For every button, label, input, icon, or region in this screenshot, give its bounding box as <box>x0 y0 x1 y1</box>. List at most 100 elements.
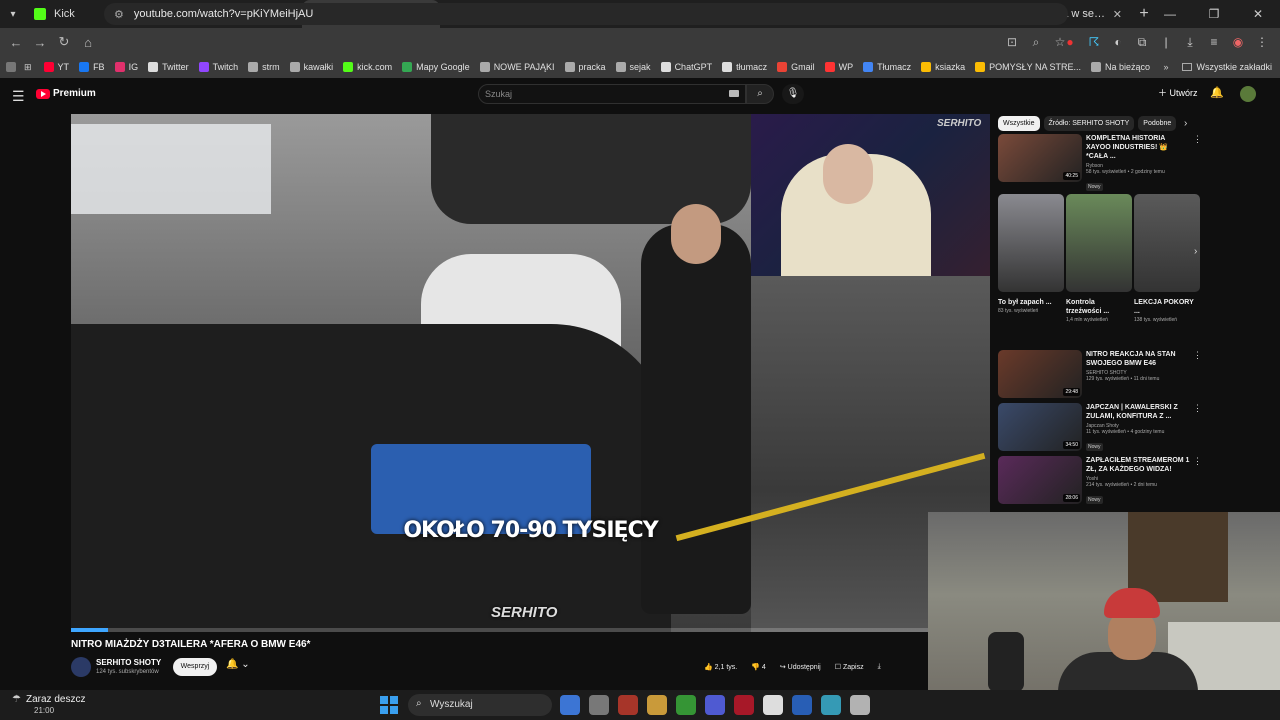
short-thumbnail[interactable] <box>998 194 1064 292</box>
all-bookmarks[interactable]: » Wszystkie zakładki <box>1163 56 1272 78</box>
bookmark-item[interactable]: Twitch <box>198 62 238 72</box>
filter-chip[interactable]: Źródło: SERHITO SHOTY <box>1043 116 1135 131</box>
video-thumbnail[interactable]: 34:50 <box>998 403 1082 451</box>
short-card[interactable]: LEKCJA POKORY ... 138 tys. wyświetleń <box>1134 194 1200 323</box>
taskbar-app-icon[interactable] <box>850 695 870 715</box>
chips-next-icon[interactable]: › <box>1184 118 1187 129</box>
video-title[interactable]: ZAPŁACIŁEM STREAMEROM 1 ZŁ, ZA KAŻDEGO W… <box>1086 456 1191 474</box>
taskbar-search[interactable]: ⌕ Wyszukaj <box>408 694 552 716</box>
recommended-video[interactable]: 40:25 KOMPLETNA HISTORIA XAYOO INDUSTRIES… <box>998 134 1202 193</box>
back-icon[interactable]: ← <box>4 35 28 50</box>
recommended-video[interactable]: 29:48 NITRO REAKCJA NA STAN SWOJEGO BMW E… <box>998 350 1202 398</box>
short-thumbnail[interactable] <box>1134 194 1200 292</box>
maximize-icon[interactable]: ❐ <box>1192 0 1236 28</box>
short-card[interactable]: To był zapach ... 83 tys. wyświetleń <box>998 194 1064 314</box>
bookmark-item[interactable]: NOWE PAJĄKI <box>479 62 555 72</box>
forward-icon[interactable]: → <box>28 35 52 50</box>
like-button[interactable]: 👍 2,1 tys. <box>704 663 737 671</box>
more-options-icon[interactable]: ⋮ <box>1193 134 1202 193</box>
youtube-logo[interactable]: Premium <box>36 88 96 99</box>
bookmark-item[interactable]: Tłumacz <box>863 62 911 72</box>
support-button[interactable]: Wesprzyj <box>173 658 217 676</box>
bookmark-item[interactable]: YT <box>43 62 69 72</box>
video-progress-bar[interactable] <box>71 628 990 632</box>
menu-icon[interactable]: ⋮ <box>1250 35 1274 49</box>
filter-chip[interactable]: Wszystkie <box>998 116 1040 131</box>
record-icon[interactable]: ● <box>1058 35 1082 49</box>
extensions-puzzle-icon[interactable]: ⧉ <box>1130 35 1154 50</box>
video-player[interactable]: SERHITO OKOŁO 70-90 TYSIĘCY SERHITO <box>71 114 990 632</box>
video-thumbnail[interactable]: 29:48 <box>998 350 1082 398</box>
tab-close-icon[interactable]: ✕ <box>1113 8 1122 21</box>
tab-search-button[interactable]: ▾ <box>0 0 26 28</box>
extension-icon[interactable]: ☈ <box>1082 35 1106 49</box>
reading-list-icon[interactable]: ≡ <box>1202 35 1226 49</box>
taskbar-app-icon[interactable] <box>676 695 696 715</box>
taskbar-app-icon[interactable] <box>821 695 841 715</box>
minimize-icon[interactable]: — <box>1148 0 1192 28</box>
weather-widget[interactable]: ☂ Zaraz deszcz 21:00 <box>12 694 85 716</box>
download-icon[interactable]: ⤓ <box>1178 35 1202 50</box>
bookmark-item[interactable]: ksiazka <box>921 62 965 72</box>
video-title[interactable]: JAPCZAN | KAWALERSKI Z ZULAMI, KONFITURA… <box>1086 403 1191 421</box>
bookmark-item[interactable]: sejak <box>615 62 651 72</box>
more-options-icon[interactable]: ⋮ <box>1193 350 1202 398</box>
bookmark-item[interactable]: ChatGPT <box>660 62 712 72</box>
short-title[interactable]: LEKCJA POKORY ... <box>1134 298 1200 316</box>
bookmark-item[interactable]: FB <box>79 62 105 72</box>
channel-avatar[interactable] <box>71 657 91 677</box>
voice-search-button[interactable]: 🎙 <box>782 84 804 104</box>
bookmark-item[interactable]: Gmail <box>777 62 815 72</box>
filter-chip[interactable]: Podobne <box>1138 116 1177 131</box>
short-card[interactable]: Kontrola trzeźwości ... 1,4 mln wyświetle… <box>1066 194 1132 323</box>
recommended-video[interactable]: 28:06 ZAPŁACIŁEM STREAMEROM 1 ZŁ, ZA KAŻD… <box>998 456 1202 506</box>
bookmark-item[interactable]: POMYSŁY NA STRE... <box>975 62 1081 72</box>
video-title[interactable]: NITRO REAKCJA NA STAN SWOJEGO BMW E46 <box>1086 350 1191 368</box>
extension-icon[interactable]: ◐ <box>1106 35 1130 49</box>
address-bar[interactable]: ⚙ youtube.com/watch?v=pKiYMeiHjAU <box>104 3 1068 25</box>
short-title[interactable]: To był zapach ... <box>998 298 1064 307</box>
bookmark-item[interactable]: strm <box>248 62 280 72</box>
bookmark-item[interactable]: pracka <box>564 62 606 72</box>
taskbar-app-icon[interactable] <box>618 695 638 715</box>
video-thumbnail[interactable]: 28:06 <box>998 456 1082 504</box>
apps-icon[interactable]: ⊞ <box>24 62 32 73</box>
channel-name[interactable]: SERHITO SHOTY <box>96 658 161 667</box>
bookmark-item[interactable]: kick.com <box>343 62 392 72</box>
bookmark-item[interactable]: kawałki <box>289 62 333 72</box>
zoom-icon[interactable]: ⌕ <box>1024 35 1048 50</box>
video-title[interactable]: KOMPLETNA HISTORIA XAYOO INDUSTRIES! 👑 *… <box>1086 134 1191 161</box>
account-avatar[interactable] <box>1240 86 1256 102</box>
create-button[interactable]: ＋ Utwórz <box>1158 86 1198 99</box>
home-icon[interactable]: ⌂ <box>76 35 100 50</box>
save-button[interactable]: ☐ Zapisz <box>835 663 864 671</box>
video-thumbnail[interactable]: 40:25 <box>998 134 1082 182</box>
short-thumbnail[interactable] <box>1066 194 1132 292</box>
site-info-icon[interactable]: ⚙ <box>114 8 124 21</box>
search-button[interactable]: ⌕ <box>746 84 774 104</box>
taskbar-app-icon[interactable] <box>560 695 580 715</box>
bookmark-item[interactable]: Twitter <box>148 62 189 72</box>
dislike-button[interactable]: 👎 4 <box>751 663 766 671</box>
close-icon[interactable]: ✕ <box>1236 0 1280 28</box>
bookmark-item[interactable]: WP <box>824 62 853 72</box>
taskbar-app-icon[interactable] <box>705 695 725 715</box>
search-input[interactable]: Szukaj <box>478 84 746 104</box>
download-icon[interactable]: ⤓ <box>878 663 881 671</box>
short-title[interactable]: Kontrola trzeźwości ... <box>1066 298 1132 316</box>
more-bookmarks-icon[interactable]: » <box>1163 62 1168 72</box>
taskbar-app-icon[interactable] <box>792 695 812 715</box>
subscription-bell-icon[interactable]: 🔔 ⌄ <box>226 659 250 670</box>
taskbar-app-icon[interactable] <box>589 695 609 715</box>
start-button[interactable] <box>380 696 398 714</box>
taskbar-app-icon[interactable] <box>763 695 783 715</box>
taskbar-app-icon[interactable] <box>647 695 667 715</box>
taskbar-app-icon[interactable] <box>734 695 754 715</box>
install-icon[interactable]: ⊡ <box>1000 35 1024 49</box>
sidebar-toggle-icon[interactable] <box>6 62 16 72</box>
more-options-icon[interactable]: ⋮ <box>1193 403 1202 453</box>
notifications-bell-icon[interactable]: 🔔 <box>1210 86 1224 99</box>
bookmark-item[interactable]: tłumacz <box>722 62 767 72</box>
keyboard-icon[interactable] <box>729 90 739 97</box>
more-options-icon[interactable]: ⋮ <box>1193 456 1202 506</box>
